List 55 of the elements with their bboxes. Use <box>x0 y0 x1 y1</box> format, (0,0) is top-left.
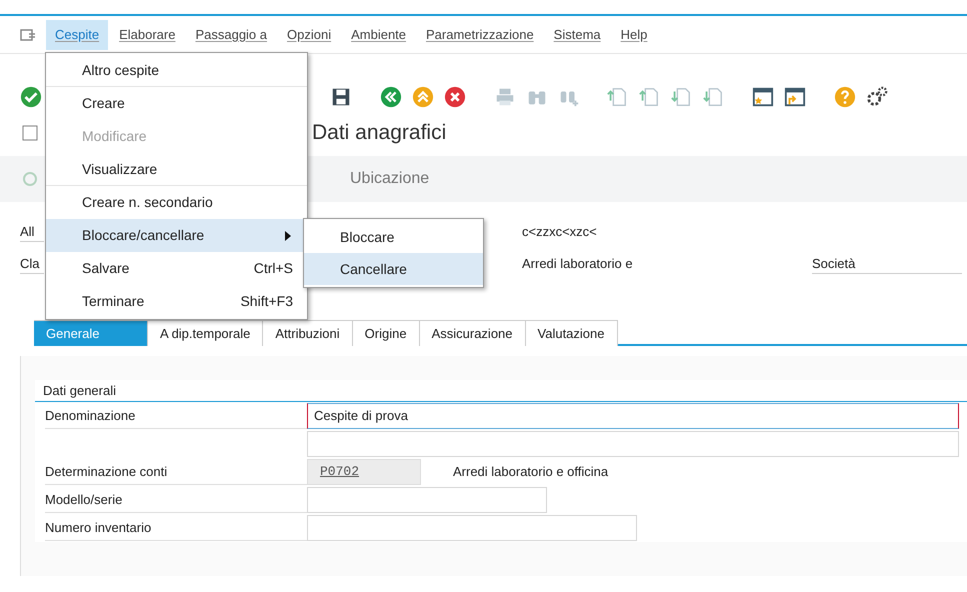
menu-item[interactable]: Visualizzare <box>46 153 307 186</box>
help-icon[interactable] <box>834 86 856 108</box>
menu-item[interactable]: Terminare Shift+F3 <box>46 285 307 318</box>
tab[interactable]: A dip.temporale <box>148 320 264 346</box>
input-field[interactable]: Cespite di prova <box>307 403 959 429</box>
tab[interactable]: Valutazione <box>526 320 618 346</box>
menu-bar-item[interactable]: Sistema <box>544 20 610 50</box>
menu-item[interactable]: Creare n. secondario <box>46 186 307 219</box>
new-window-icon[interactable] <box>752 86 774 108</box>
input-field[interactable] <box>307 431 959 457</box>
tab[interactable]: Assicurazione <box>420 320 526 346</box>
next-page-icon[interactable] <box>670 86 692 108</box>
account-description: Arredi laboratorio e officina <box>453 463 608 482</box>
menu-bar-item[interactable]: Parametrizzazione <box>417 20 543 50</box>
field-label: All <box>20 222 44 242</box>
menu-icon[interactable] <box>20 28 36 42</box>
field-label: Società <box>812 254 962 274</box>
last-page-icon[interactable] <box>702 86 724 108</box>
menu-item[interactable]: Altro cespite <box>46 54 307 87</box>
field-label: Cla <box>20 254 44 274</box>
menu-item[interactable]: Bloccare <box>304 221 483 253</box>
location-button[interactable]: Ubicazione <box>350 167 430 191</box>
input-field[interactable] <box>307 515 637 541</box>
field-value: c<zzxc<xzc< <box>522 223 598 242</box>
up-icon[interactable] <box>412 86 434 108</box>
menu-bar-item[interactable]: Help <box>612 20 656 50</box>
shortcut-window-icon[interactable] <box>784 86 806 108</box>
group-title: Dati generali <box>35 380 967 402</box>
menu-bar-item[interactable]: Ambiente <box>342 20 416 50</box>
menu-bar-item[interactable]: Passaggio a <box>186 20 276 50</box>
menu-bar-item[interactable]: Opzioni <box>278 20 340 50</box>
print-icon[interactable] <box>494 86 516 108</box>
menu-bar-item[interactable]: Cespite <box>46 20 108 50</box>
field-value: Arredi laboratorio e <box>522 255 634 274</box>
input-field[interactable] <box>307 487 547 513</box>
submenu-arrow-icon <box>285 230 291 240</box>
field-label: Modello/serie <box>45 487 307 513</box>
field-label: Numero inventario <box>45 515 307 541</box>
menu-bar-item[interactable]: Elaborare <box>110 20 184 50</box>
back-icon[interactable] <box>380 86 402 108</box>
screen-title: Dati anagrafici <box>312 120 446 146</box>
previous-page-icon[interactable] <box>638 86 660 108</box>
save-icon[interactable] <box>330 86 352 108</box>
field-label: Determinazione conti <box>45 459 307 485</box>
field-label: Denominazione <box>45 403 307 429</box>
menu-item[interactable]: Salvare Ctrl+S <box>46 252 307 285</box>
settings-icon[interactable] <box>866 86 888 108</box>
check-icon[interactable] <box>20 86 42 108</box>
tab[interactable]: Attribuzioni <box>263 320 353 346</box>
menu-item[interactable]: Creare <box>46 87 307 120</box>
tab[interactable]: Origine <box>352 320 420 346</box>
first-page-icon[interactable] <box>606 86 628 108</box>
cancel-icon[interactable] <box>444 86 466 108</box>
account-field: P0702 <box>307 459 421 485</box>
menu-item[interactable]: Cancellare <box>304 253 483 285</box>
